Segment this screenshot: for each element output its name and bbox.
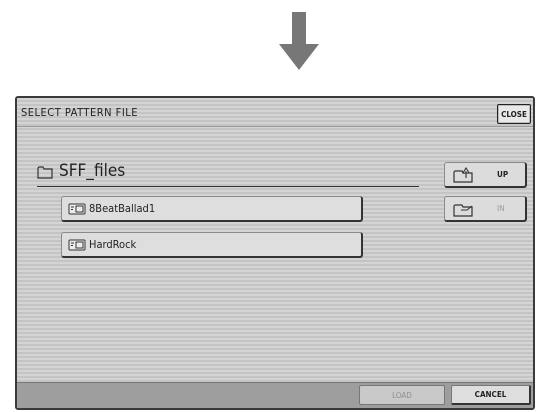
file-item-8beatballad1[interactable]: 8BeatBallad1 [61, 196, 363, 222]
bottom-bar: LOAD CANCEL [17, 382, 533, 408]
current-folder: SFF_files [37, 156, 419, 187]
close-button[interactable]: CLOSE [497, 104, 531, 124]
title-bar: SELECT PATTERN FILE CLOSE [17, 98, 533, 127]
in-button[interactable]: IN [444, 196, 527, 222]
cancel-button[interactable]: CANCEL [451, 385, 531, 405]
folder-name: SFF_files [59, 161, 126, 181]
in-label: IN [497, 204, 505, 213]
folder-icon [37, 166, 53, 179]
select-pattern-file-dialog: SELECT PATTERN FILE CLOSE SFF_files 8Bea… [15, 96, 535, 410]
dialog-title: SELECT PATTERN FILE [21, 106, 139, 119]
folder-up-icon [453, 167, 473, 183]
pattern-file-icon [68, 239, 86, 251]
up-button[interactable]: UP [444, 162, 527, 188]
pattern-file-icon [68, 203, 86, 215]
load-button[interactable]: LOAD [359, 385, 445, 405]
up-label: UP [497, 170, 509, 179]
file-item-label: 8BeatBallad1 [89, 202, 156, 215]
file-item-hardrock[interactable]: HardRock [61, 232, 363, 258]
folder-in-icon [453, 204, 473, 217]
down-arrow-icon [279, 12, 319, 70]
file-item-label: HardRock [89, 238, 137, 251]
